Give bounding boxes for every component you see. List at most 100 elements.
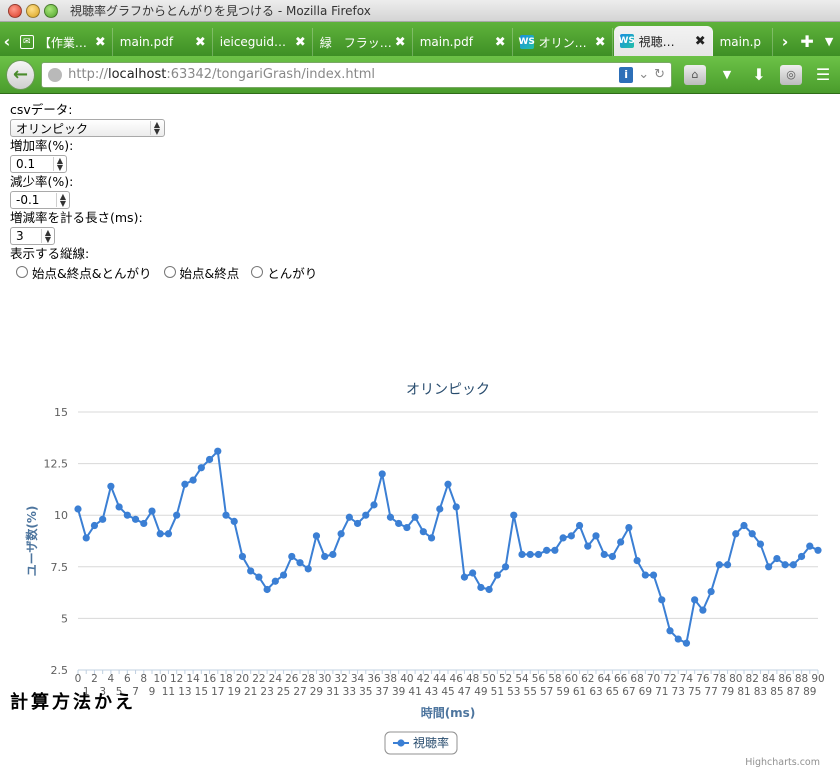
data-point[interactable] [321,552,329,561]
data-point[interactable] [781,561,789,569]
data-point[interactable] [641,571,649,579]
tab-5[interactable]: WS オリン… ✖ [514,28,613,56]
data-point[interactable] [649,571,658,579]
data-point[interactable] [296,559,304,567]
radio-button[interactable] [16,266,28,278]
data-point[interactable] [337,530,345,538]
data-point[interactable] [288,552,296,561]
radio-option-all[interactable]: 始点&終点&とんがり [16,263,152,282]
tab-close-icon[interactable]: ✖ [495,35,506,50]
data-point[interactable] [74,505,82,513]
data-point[interactable] [247,567,255,575]
tab-close-icon[interactable]: ✖ [695,34,706,49]
data-point[interactable] [658,596,666,604]
tab-7[interactable]: main.p [714,28,774,56]
data-point[interactable] [427,534,436,542]
data-point[interactable] [452,503,460,511]
data-point[interactable] [600,550,608,559]
radio-option-peak[interactable]: とんがり [251,263,317,282]
data-point[interactable] [329,550,337,559]
data-point[interactable] [814,546,822,554]
data-point[interactable] [214,447,222,455]
data-point[interactable] [575,521,584,530]
info-icon[interactable]: i [619,66,634,83]
stepper-icon[interactable]: ▲ ▼ [40,229,51,244]
reload-icon[interactable]: ↻ [654,67,665,82]
data-point[interactable] [740,521,748,530]
tab-scroll-left-button[interactable]: ‹ [0,26,14,56]
addon-dropdown-chevron-icon[interactable]: ▼ [716,68,738,81]
data-point[interactable] [411,513,419,521]
data-point[interactable] [353,519,362,528]
decrease-input[interactable]: -0.1 ▲ ▼ [10,191,70,209]
data-point[interactable] [691,596,699,604]
csv-select[interactable]: オリンピック ▲ ▼ [10,119,165,137]
tab-close-icon[interactable]: ✖ [595,35,606,50]
data-point[interactable] [164,530,173,538]
data-point[interactable] [156,530,164,538]
data-point[interactable] [625,523,633,532]
data-point[interactable] [534,550,543,559]
radio-button[interactable] [251,266,264,278]
data-point[interactable] [271,577,279,585]
data-point[interactable] [419,528,427,536]
data-point[interactable] [82,534,90,542]
tab-3[interactable]: 緑 フラッ… ✖ [314,28,413,56]
data-point[interactable] [403,523,411,532]
radio-option-start-end[interactable]: 始点&終点 [163,263,239,282]
tab-close-icon[interactable]: ✖ [195,35,206,50]
data-point[interactable] [674,635,682,643]
data-point[interactable] [370,501,378,509]
data-point[interactable] [436,505,444,513]
data-point[interactable] [666,627,674,635]
data-point[interactable] [477,583,485,592]
data-point[interactable] [444,480,452,488]
data-point[interactable] [238,552,247,561]
radio-button[interactable] [163,266,176,278]
data-point[interactable] [592,532,600,540]
data-point[interactable] [748,530,756,538]
data-point[interactable] [567,532,575,540]
minimize-window-button[interactable] [26,3,40,18]
tab-4[interactable]: main.pdf ✖ [414,28,513,56]
data-point[interactable] [123,511,131,519]
data-point[interactable] [543,546,551,554]
data-point[interactable] [115,503,123,511]
credits-link[interactable]: Highcharts.com [745,757,820,768]
data-point[interactable] [460,573,469,581]
data-point[interactable] [255,573,263,581]
data-point[interactable] [806,542,814,550]
stepper-icon[interactable]: ▲ ▼ [55,193,66,208]
data-point[interactable] [362,511,370,519]
data-point[interactable] [797,552,806,561]
data-point[interactable] [386,513,395,521]
data-point[interactable] [222,511,230,519]
data-point[interactable] [756,540,765,548]
data-point[interactable] [707,587,715,596]
data-point[interactable] [715,561,723,569]
data-point[interactable] [263,585,271,594]
data-point[interactable] [173,511,181,519]
close-window-button[interactable] [8,3,22,18]
maximize-window-button[interactable] [44,3,58,18]
data-point[interactable] [526,550,534,559]
data-point[interactable] [617,538,625,546]
tab-6-active[interactable]: WS 視聴… ✖ [613,26,713,56]
data-point[interactable] [304,565,312,573]
download-icon[interactable]: ⬇ [748,65,770,84]
data-point[interactable] [205,455,214,464]
extension-icon[interactable]: ◎ [780,64,802,85]
data-point[interactable] [131,515,140,523]
data-point[interactable] [181,480,189,488]
data-point[interactable] [485,585,493,594]
tab-close-icon[interactable]: ✖ [395,35,406,50]
data-point[interactable] [493,571,501,579]
tab-scroll-right-button[interactable]: › [774,32,796,51]
data-point[interactable] [765,563,773,571]
data-point[interactable] [469,569,477,577]
data-point[interactable] [140,519,148,528]
url-bar[interactable]: http://localhost:63342/tongariGrash/inde… [41,61,672,88]
stepper-icon[interactable]: ▲ ▼ [52,157,63,172]
data-point[interactable] [197,464,205,472]
data-point[interactable] [148,507,156,515]
